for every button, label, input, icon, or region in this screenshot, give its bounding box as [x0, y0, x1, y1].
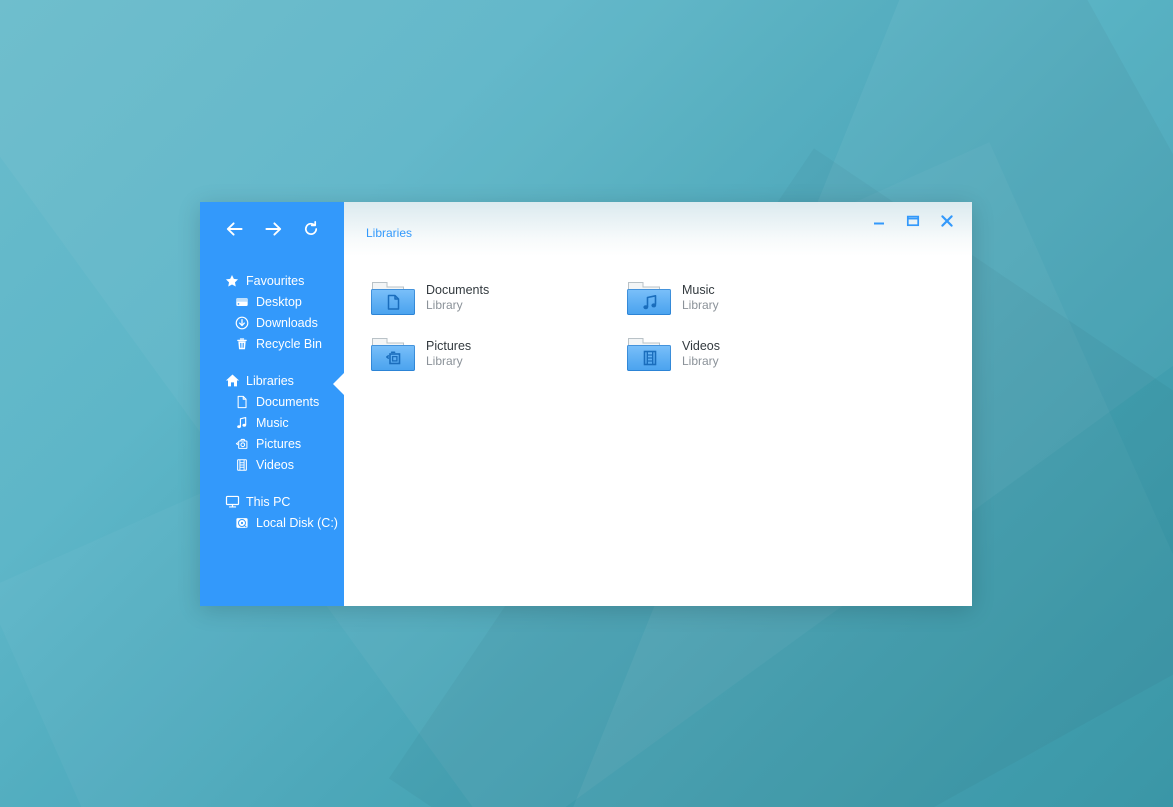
breadcrumb[interactable]: Libraries	[344, 202, 412, 240]
star-icon	[224, 273, 240, 289]
file-item-name: Videos	[682, 338, 720, 353]
sidebar-item-label: Favourites	[246, 273, 305, 288]
music-note-icon	[234, 415, 250, 431]
close-icon	[940, 214, 954, 228]
sidebar-item-label: Recycle Bin	[256, 336, 322, 351]
file-item-subtitle: Library	[682, 298, 719, 313]
file-explorer-window: Favourites Desktop Downloads Recycle Bin…	[200, 202, 972, 606]
file-item-text: Pictures Library	[426, 339, 471, 370]
sidebar-item-desktop[interactable]: Desktop	[200, 291, 344, 312]
film-icon	[234, 457, 250, 473]
file-item-text: Documents Library	[426, 283, 489, 314]
sidebar-group-favourites: Favourites Desktop Downloads Recycle Bin	[200, 270, 344, 354]
download-icon	[234, 315, 250, 331]
file-item-name: Documents	[426, 282, 490, 297]
sidebar-item-local-disk-c[interactable]: Local Disk (C:)	[200, 512, 344, 533]
file-item-text: Videos Library	[682, 339, 720, 370]
arrow-left-icon	[226, 222, 244, 236]
sidebar-item-label: Local Disk (C:)	[256, 515, 338, 530]
refresh-button[interactable]	[300, 218, 322, 240]
file-item-text: Music Library	[682, 283, 719, 314]
content-pane: Libraries Documents Library Music Librar…	[344, 202, 972, 606]
desktop-icon	[234, 294, 250, 310]
file-item-documents[interactable]: Documents Library	[364, 270, 620, 326]
sidebar-item-label: Downloads	[256, 315, 318, 330]
file-item-subtitle: Library	[426, 298, 463, 313]
sidebar-item-label: Music	[256, 415, 289, 430]
home-icon	[224, 373, 240, 389]
sidebar-item-documents[interactable]: Documents	[200, 391, 344, 412]
sidebar-item-this-pc[interactable]: This PC	[200, 491, 344, 512]
sidebar-item-recycle-bin[interactable]: Recycle Bin	[200, 333, 344, 354]
minimize-icon	[872, 215, 886, 227]
close-button[interactable]	[932, 210, 962, 232]
sidebar-item-libraries[interactable]: Libraries	[200, 370, 344, 391]
maximize-icon	[906, 215, 920, 227]
sidebar-item-pictures[interactable]: Pictures	[200, 433, 344, 454]
folder-pictures-icon	[370, 335, 416, 373]
sidebar-item-label: Videos	[256, 457, 294, 472]
sidebar-item-label: This PC	[246, 494, 291, 509]
file-item-pictures[interactable]: Pictures Library	[364, 326, 620, 382]
file-item-name: Pictures	[426, 338, 472, 353]
forward-button[interactable]	[262, 218, 284, 240]
file-item-music[interactable]: Music Library	[620, 270, 876, 326]
sidebar-item-favourites[interactable]: Favourites	[200, 270, 344, 291]
hard-disk-icon	[234, 515, 250, 531]
file-item-subtitle: Library	[682, 354, 719, 369]
arrow-right-icon	[264, 222, 282, 236]
sidebar-item-label: Libraries	[246, 373, 294, 388]
folder-documents-icon	[370, 279, 416, 317]
sidebar-item-label: Documents	[256, 394, 320, 409]
file-list: Documents Library Music Library Pictures…	[344, 256, 972, 606]
file-item-subtitle: Library	[426, 354, 463, 369]
sidebar-item-downloads[interactable]: Downloads	[200, 312, 344, 333]
navigation-toolbar	[200, 202, 344, 256]
folder-music-icon	[626, 279, 672, 317]
sidebar-item-videos[interactable]: Videos	[200, 454, 344, 475]
window-controls	[864, 202, 972, 232]
refresh-icon	[303, 221, 319, 237]
folder-videos-icon	[626, 335, 672, 373]
file-item-name: Music	[682, 282, 715, 297]
maximize-button[interactable]	[898, 210, 928, 232]
sidebar-item-label: Pictures	[256, 436, 302, 451]
sidebar-item-label: Desktop	[256, 294, 302, 309]
trash-icon	[234, 336, 250, 352]
document-icon	[234, 394, 250, 410]
sidebar: Favourites Desktop Downloads Recycle Bin…	[200, 202, 344, 606]
desktop-background: Favourites Desktop Downloads Recycle Bin…	[0, 0, 1173, 807]
minimize-button[interactable]	[864, 210, 894, 232]
title-bar: Libraries	[344, 202, 972, 256]
monitor-icon	[224, 494, 240, 510]
sidebar-group-libraries: Libraries Documents Music Pictures Video…	[200, 370, 344, 475]
sidebar-tree: Favourites Desktop Downloads Recycle Bin…	[200, 256, 344, 533]
back-button[interactable]	[224, 218, 246, 240]
file-item-videos[interactable]: Videos Library	[620, 326, 876, 382]
sidebar-group-this-pc: This PC Local Disk (C:)	[200, 491, 344, 533]
sidebar-item-music[interactable]: Music	[200, 412, 344, 433]
camera-icon	[234, 436, 250, 452]
